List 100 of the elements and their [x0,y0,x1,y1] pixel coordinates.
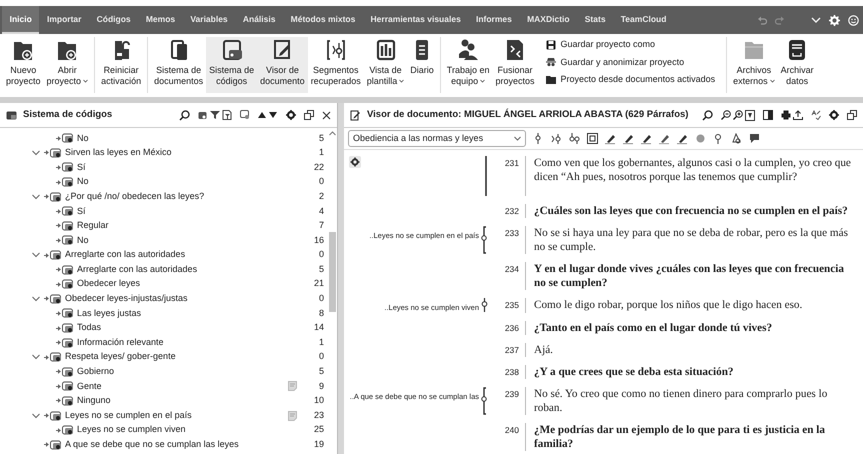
menu-tab[interactable]: Códigos [89,6,138,34]
segment-bracket-icon[interactable] [481,387,488,416]
tree-item-label[interactable]: Regular [77,219,109,233]
code-pin-icon[interactable] [551,133,562,144]
spellcheck-icon[interactable] [811,110,821,120]
ribbon-button[interactable]: Trabajo en equipo [444,37,492,93]
chevron-down-icon[interactable] [32,412,40,419]
tree-item-label[interactable]: Obedecer leyes [77,277,140,291]
settings-icon[interactable] [286,110,296,120]
highlighter-icon[interactable] [677,133,688,144]
pin-icon [44,354,49,360]
code-pin-icon[interactable] [713,133,724,144]
undock-icon[interactable] [304,110,314,120]
ribbon-button[interactable]: Visor de documento [257,37,308,93]
count-label: 4 [318,204,325,218]
ribbon-button[interactable]: Sistema de códigos [206,37,258,93]
chevron-down-icon[interactable] [32,194,40,200]
menu-tab[interactable]: Inicio [2,6,40,34]
search-icon[interactable] [179,110,190,120]
scrollbar-thumb[interactable] [329,232,336,312]
ribbon-button[interactable]: Guardar y anonimizar proyecto [544,54,718,70]
ribbon-button[interactable]: Vista de plantilla [364,37,408,93]
code-icon [62,235,74,246]
tree-item-label[interactable]: Leyes no se cumplen viven [77,423,186,437]
highlighter-icon[interactable] [605,133,616,144]
tree-item-label[interactable]: ¿Por qué /no/ obedecen las leyes? [65,190,204,204]
ribbon-button[interactable]: Archivar datos [778,37,817,93]
search-icon[interactable] [702,110,713,120]
tree-item-label[interactable]: Las leyes justas [77,306,142,320]
menu-tab[interactable]: Importar [39,6,90,34]
tree-item-label[interactable]: Información relevante [77,336,164,350]
code-dropdown[interactable]: Obediencia a las normas y leyes [348,130,526,147]
ribbon-button[interactable]: Diario [407,37,437,93]
segment-bracket-icon[interactable] [481,226,488,254]
ribbon-button[interactable]: Segmentos recuperados [308,37,364,93]
menu-tab[interactable]: Análisis [235,6,284,34]
menu-tab[interactable]: MAXDictio [519,6,578,34]
tree-item-label[interactable]: Sí [77,204,86,218]
pin-icon [44,194,49,200]
tree-item-label[interactable]: Respeta leyes/ gober-gente [65,350,176,364]
tree-item-label[interactable]: Sí [77,160,86,174]
chevron-down-icon[interactable] [32,150,40,156]
ribbon-button[interactable]: Fusionar proyectos [492,37,538,93]
code-settings-icon[interactable] [240,110,250,120]
document-filter-icon[interactable] [222,110,232,120]
tree-item-label[interactable]: Gente [77,380,102,394]
highlighter-icon[interactable] [659,133,670,144]
ribbon-button[interactable]: Archivos externos [730,37,778,93]
menu-tab[interactable]: Métodos mixtos [283,6,363,34]
zoom-in-icon[interactable] [733,110,743,120]
team-icon [457,38,480,62]
chevron-down-icon[interactable] [32,354,40,360]
settings-icon[interactable] [349,156,361,168]
tree-item-label[interactable]: Obedecer leyes-injustas/justas [65,292,188,306]
ribbon-button[interactable]: Reiniciar activación [98,37,144,93]
undock-icon[interactable] [847,110,857,120]
tree-item-label[interactable]: No [77,132,89,146]
document-code-icon[interactable] [745,110,755,120]
tree-item-label[interactable]: A que se debe que no se cumplan las leyes [65,438,239,452]
tree-item-label[interactable]: Arreglarte con las autoridades [65,248,186,262]
tree-item-label[interactable]: No [77,175,89,189]
highlighter-icon[interactable] [623,133,634,144]
codes-icon[interactable] [198,110,208,120]
chevron-down-icon[interactable] [32,296,40,302]
tree-item-label[interactable]: Gobierno [77,365,114,379]
menu-tab[interactable]: Variables [182,6,236,34]
segment-pin-icon[interactable] [481,298,488,312]
scroll-up-icon[interactable] [329,131,336,136]
tree-item-label[interactable]: Leyes no se cumplen en el país [65,408,192,422]
ribbon-button[interactable]: Abrir proyecto [44,37,92,93]
code-system-icon [220,38,243,62]
close-icon[interactable] [322,110,331,120]
chevron-down-icon[interactable] [32,252,40,258]
menu-tab[interactable]: TeamCloud [613,6,674,34]
tree-item-label[interactable]: Sirven las leyes en México [65,146,172,160]
filter-icon[interactable] [210,110,220,120]
tree-item-label[interactable]: Ninguno [77,394,111,408]
menu-tab[interactable]: Memos [138,6,183,34]
menu-tab[interactable]: Herramientas visuales [362,6,468,34]
tree-item-label[interactable]: Arreglarte con las autoridades [77,262,198,276]
settings-icon[interactable] [829,110,839,120]
menu-tab[interactable]: Stats [577,6,614,34]
pin-icon [44,150,49,156]
segment-bracket-icon[interactable] [484,156,488,196]
export-icon[interactable] [793,110,803,120]
tree-item-label[interactable]: Todas [77,321,102,335]
sort-arrows-icon[interactable] [258,111,278,119]
code-pin-icon[interactable] [569,133,580,144]
frame-icon[interactable] [587,133,598,144]
comment-icon[interactable] [749,133,760,144]
ribbon-button[interactable]: Sistema de documentos [151,37,206,93]
ribbon-button[interactable]: Guardar proyecto como [544,37,718,52]
ribbon-button[interactable]: Nuevo proyecto [3,37,44,93]
highlighter-icon[interactable] [641,133,652,144]
menu-tab[interactable]: Informes [468,6,520,34]
tree-item-label[interactable]: No [77,234,89,248]
zoom-out-icon[interactable] [721,110,731,120]
ribbon-button[interactable]: Proyecto desde documentos activados [544,72,718,88]
panel-icon[interactable] [763,110,773,120]
smiley-icon[interactable] [848,14,859,26]
